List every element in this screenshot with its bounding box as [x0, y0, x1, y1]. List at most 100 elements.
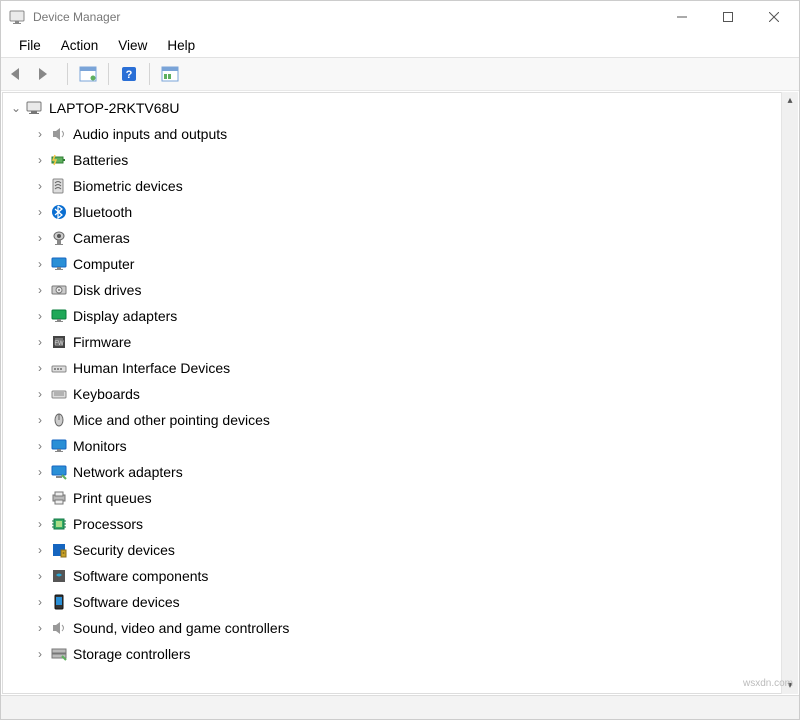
chevron-right-icon[interactable]: ›	[33, 127, 47, 141]
app-icon	[9, 9, 25, 25]
chevron-right-icon[interactable]: ›	[33, 153, 47, 167]
titlebar[interactable]: Device Manager	[1, 1, 799, 33]
network-icon	[50, 463, 68, 481]
hid-icon	[50, 359, 68, 377]
tree-category[interactable]: › Security devices	[5, 537, 795, 563]
camera-icon	[50, 229, 68, 247]
chevron-right-icon[interactable]: ›	[33, 595, 47, 609]
tree-category[interactable]: ›Monitors	[5, 433, 795, 459]
watermark: wsxdn.com	[743, 678, 793, 689]
chevron-right-icon[interactable]: ›	[33, 257, 47, 271]
chevron-right-icon[interactable]: ›	[33, 231, 47, 245]
chevron-right-icon[interactable]: ›	[33, 387, 47, 401]
chevron-down-icon[interactable]: ⌄	[9, 101, 23, 115]
swcomp-icon	[50, 567, 68, 585]
toolbar-separator	[149, 63, 150, 85]
chevron-right-icon[interactable]: ›	[33, 205, 47, 219]
security-icon	[50, 541, 68, 559]
diskdrive-icon	[50, 281, 68, 299]
tree-category-label: Sound, video and game controllers	[73, 620, 289, 636]
window-controls	[659, 2, 797, 32]
menubar: File Action View Help	[1, 33, 799, 57]
tree-category-label: Biometric devices	[73, 178, 183, 194]
tree-category[interactable]: › Mice and other pointing devices	[5, 407, 795, 433]
menu-file[interactable]: File	[9, 36, 51, 55]
menu-action[interactable]: Action	[51, 36, 109, 55]
tree-category-label: Storage controllers	[73, 646, 191, 662]
tree-category[interactable]: › Audio inputs and outputs	[5, 121, 795, 147]
chevron-right-icon[interactable]: ›	[33, 465, 47, 479]
tree-category[interactable]: › Biometric devices	[5, 173, 795, 199]
chevron-right-icon[interactable]: ›	[33, 517, 47, 531]
chevron-right-icon[interactable]: ›	[33, 361, 47, 375]
chevron-right-icon[interactable]: ›	[33, 543, 47, 557]
tree-category[interactable]: ›Bluetooth	[5, 199, 795, 225]
chevron-right-icon[interactable]: ›	[33, 309, 47, 323]
device-tree[interactable]: ⌄LAPTOP-2RKTV68U›Audio inputs and output…	[2, 92, 798, 694]
tree-category[interactable]: › Network adapters	[5, 459, 795, 485]
tree-category[interactable]: › Human Interface Devices	[5, 355, 795, 381]
tree-category[interactable]: ›FW Firmware	[5, 329, 795, 355]
toolbar: ?	[1, 57, 799, 91]
tree-category[interactable]: ›Print queues	[5, 485, 795, 511]
display-icon	[50, 307, 68, 325]
show-hidden-button[interactable]	[158, 62, 182, 86]
chevron-right-icon[interactable]: ›	[33, 569, 47, 583]
chevron-right-icon[interactable]: ›	[33, 647, 47, 661]
chevron-right-icon[interactable]: ›	[33, 413, 47, 427]
tree-category-label: Display adapters	[73, 308, 177, 324]
maximize-button[interactable]	[705, 2, 751, 32]
vertical-scrollbar[interactable]: ▴ ▾	[781, 92, 798, 694]
tree-category[interactable]: › Sound, video and game controllers	[5, 615, 795, 641]
statusbar	[1, 695, 799, 719]
tree-category[interactable]: › Processors	[5, 511, 795, 537]
help-button[interactable]: ?	[117, 62, 141, 86]
tree-category[interactable]: › Cameras	[5, 225, 795, 251]
printer-icon	[50, 489, 68, 507]
menu-view[interactable]: View	[108, 36, 157, 55]
chevron-right-icon[interactable]: ›	[33, 335, 47, 349]
tree-root[interactable]: ⌄ LAPTOP-2RKTV68U	[5, 95, 795, 121]
speaker-icon	[50, 619, 68, 637]
chevron-right-icon[interactable]: ›	[33, 283, 47, 297]
properties-button[interactable]	[76, 62, 100, 86]
computer-root-icon	[26, 99, 44, 117]
scroll-up-button[interactable]: ▴	[782, 92, 798, 109]
chevron-right-icon[interactable]: ›	[33, 439, 47, 453]
tree-category-label: Cameras	[73, 230, 130, 246]
tree-category-label: Mice and other pointing devices	[73, 412, 270, 428]
monitor-icon	[50, 437, 68, 455]
tree-category-label: Human Interface Devices	[73, 360, 230, 376]
mouse-icon	[50, 411, 68, 429]
minimize-button[interactable]	[659, 2, 705, 32]
tree-category[interactable]: › Display adapters	[5, 303, 795, 329]
battery-icon	[50, 151, 68, 169]
tree-category-label: Audio inputs and outputs	[73, 126, 227, 142]
storage-icon	[50, 645, 68, 663]
tree-category[interactable]: ›Computer	[5, 251, 795, 277]
back-button[interactable]	[7, 62, 31, 86]
close-button[interactable]	[751, 2, 797, 32]
tree-category[interactable]: › Software devices	[5, 589, 795, 615]
menu-help[interactable]: Help	[157, 36, 205, 55]
chevron-right-icon[interactable]: ›	[33, 621, 47, 635]
tree-category[interactable]: ›Disk drives	[5, 277, 795, 303]
tree-category-label: Processors	[73, 516, 143, 532]
forward-button[interactable]	[35, 62, 59, 86]
chevron-right-icon[interactable]: ›	[33, 491, 47, 505]
swdev-icon	[50, 593, 68, 611]
chevron-right-icon[interactable]: ›	[33, 179, 47, 193]
tree-root-label: LAPTOP-2RKTV68U	[49, 100, 179, 116]
tree-category[interactable]: ›Batteries	[5, 147, 795, 173]
window-title: Device Manager	[33, 10, 659, 24]
tree-category[interactable]: ›Keyboards	[5, 381, 795, 407]
bluetooth-icon	[50, 203, 68, 221]
tree-category-label: Security devices	[73, 542, 175, 558]
tree-category-label: Network adapters	[73, 464, 183, 480]
tree-category[interactable]: › Storage controllers	[5, 641, 795, 667]
speaker-icon	[50, 125, 68, 143]
tree-category[interactable]: ›Software components	[5, 563, 795, 589]
firmware-icon: FW	[50, 333, 68, 351]
tree-category-label: Software devices	[73, 594, 180, 610]
tree-category-label: Firmware	[73, 334, 131, 350]
